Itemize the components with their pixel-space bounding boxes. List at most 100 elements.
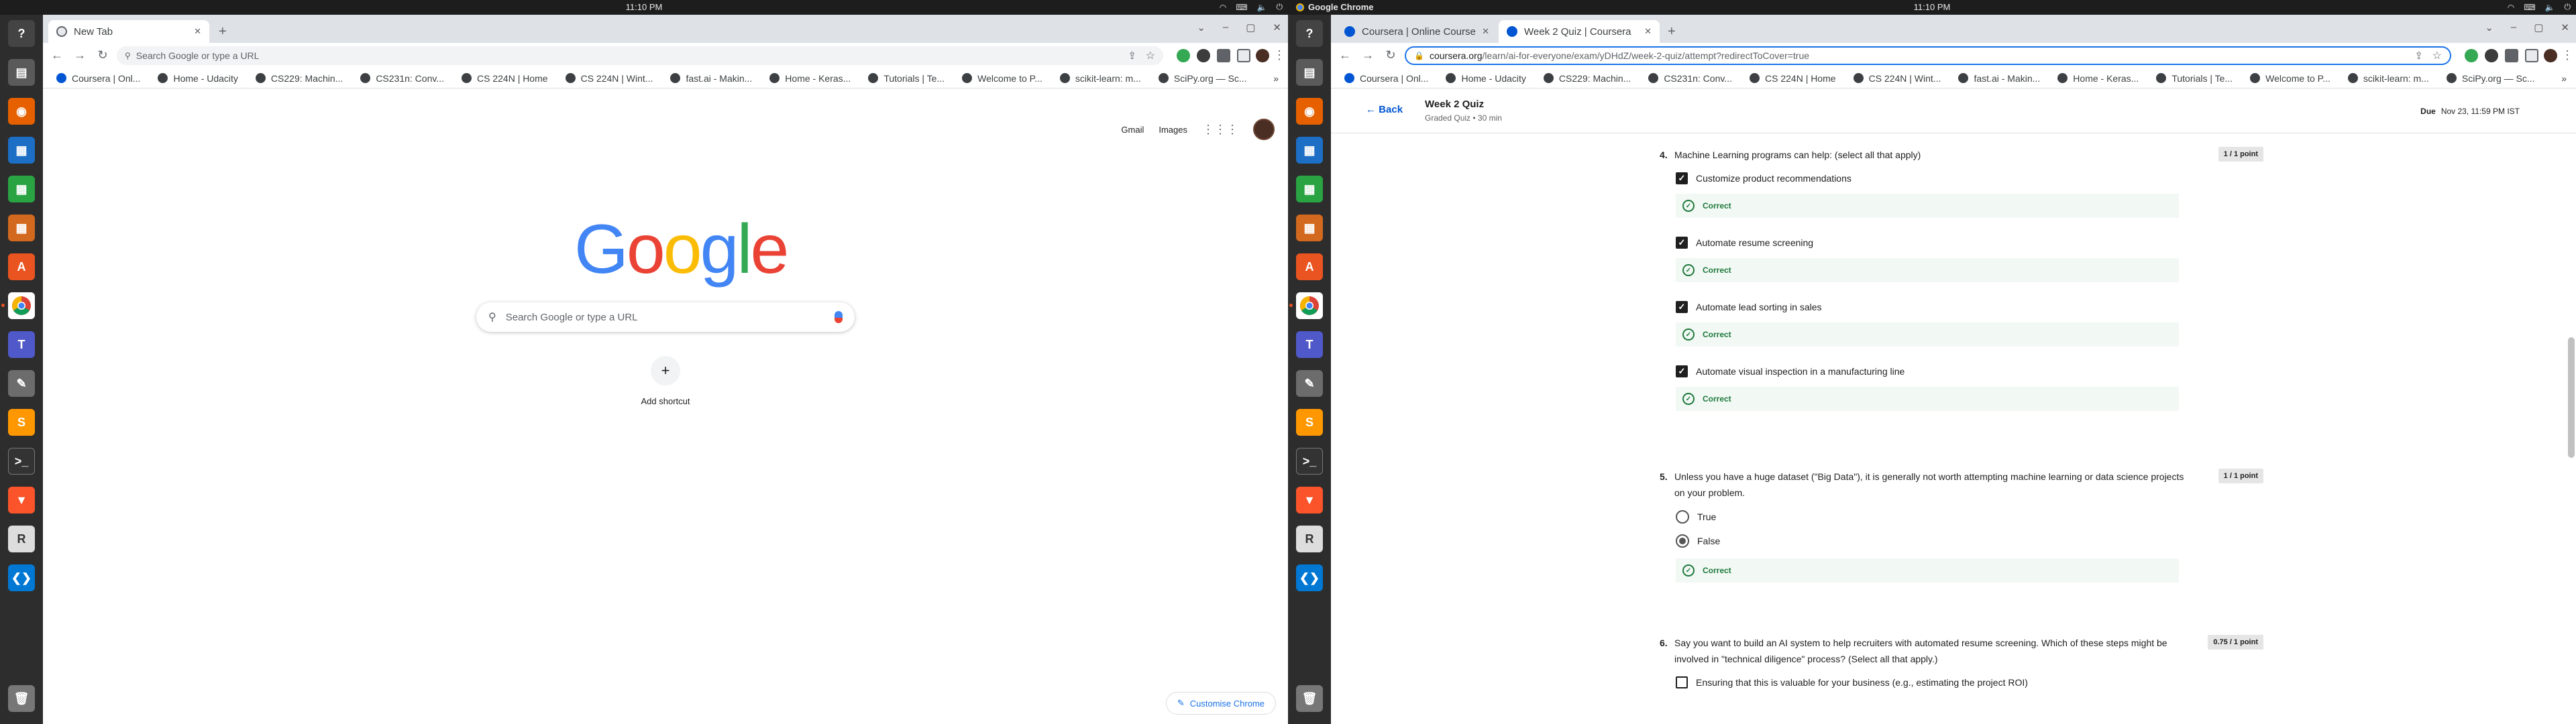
system-tray[interactable]: ◠ ⌨ 🔈 ⏻	[2508, 2, 2571, 12]
menu-kebab-icon[interactable]: ⋮	[1272, 48, 1287, 62]
maximize-icon[interactable]: ▢	[2534, 21, 2543, 34]
gmail-link[interactable]: Gmail	[1121, 125, 1144, 135]
apps-grid-icon[interactable]: ⋮⋮⋮	[1202, 123, 1238, 137]
more-bookmarks-icon[interactable]: »	[2561, 73, 2567, 84]
dock-files-icon[interactable]: ▤	[8, 59, 35, 86]
bookmark-item[interactable]: CS229: Machin...	[255, 73, 343, 84]
close-tab-icon[interactable]: ✕	[1644, 26, 1652, 37]
tab-week2-quiz[interactable]: Week 2 Quiz | Coursera ✕	[1499, 20, 1660, 43]
close-tab-icon[interactable]: ✕	[1482, 26, 1489, 37]
share-icon[interactable]: ⇪	[1128, 50, 1136, 62]
back-button[interactable]: ← Back	[1366, 104, 1403, 115]
checkbox-option[interactable]: Ensuring that this is valuable for your …	[1676, 676, 2028, 688]
checkbox-checked-icon[interactable]: ✓	[1676, 237, 1688, 249]
close-window-icon[interactable]: ✕	[2561, 21, 2569, 34]
menu-kebab-icon[interactable]: ⋮	[2560, 48, 2575, 62]
radio-unselected-icon[interactable]	[1676, 510, 1689, 524]
bookmark-item[interactable]: SciPy.org — Sc...	[1158, 73, 1247, 84]
checkbox-option[interactable]: ✓ Automate resume screening	[1676, 237, 1813, 249]
bookmark-item[interactable]: CS231n: Conv...	[1648, 73, 1732, 84]
forward-arrow-icon[interactable]: →	[1360, 48, 1375, 62]
dock-vscode-icon[interactable]: ❮❯	[8, 564, 35, 591]
bookmark-item[interactable]: CS 224N | Wint...	[565, 73, 653, 84]
bookmark-item[interactable]: scikit-learn: m...	[2347, 73, 2429, 84]
dock-rstudio-icon[interactable]: R	[1296, 526, 1323, 552]
dock-calc-icon[interactable]: ▦	[1296, 176, 1323, 202]
dock-terminal-icon[interactable]: >_	[1296, 448, 1323, 475]
dock-brave-icon[interactable]: ▼	[1296, 487, 1323, 514]
dock-software-icon[interactable]: A	[1296, 253, 1323, 280]
back-arrow-icon[interactable]: ←	[1338, 48, 1352, 62]
bookmark-item[interactable]: Home - Keras...	[2057, 73, 2139, 84]
customise-chrome-button[interactable]: ✎ Customise Chrome	[1165, 692, 1276, 715]
bookmark-item[interactable]: Coursera | Onl...	[56, 73, 140, 84]
radio-option[interactable]: False	[1676, 534, 1720, 548]
side-panel-icon[interactable]	[1237, 49, 1250, 62]
dock-help-icon[interactable]: ?	[8, 20, 35, 47]
close-tab-icon[interactable]: ✕	[194, 26, 201, 37]
chevron-down-icon[interactable]: ⌄	[2485, 21, 2493, 34]
extension-icon[interactable]	[2485, 49, 2498, 62]
bookmark-item[interactable]: CS 224N | Home	[1750, 73, 1836, 84]
chevron-down-icon[interactable]: ⌄	[1197, 21, 1205, 34]
dock-firefox-icon[interactable]: ◉	[8, 98, 35, 125]
clock[interactable]: 11:10 PM	[0, 2, 1288, 12]
dock-writer-icon[interactable]: ▦	[8, 137, 35, 164]
bookmark-item[interactable]: Tutorials | Te...	[868, 73, 945, 84]
checkbox-checked-icon[interactable]: ✓	[1676, 172, 1688, 184]
checkbox-option[interactable]: ✓ Customize product recommendations	[1676, 172, 1851, 184]
checkbox-option[interactable]: ✓ Automate visual inspection in a manufac…	[1676, 365, 1904, 377]
bookmark-item[interactable]: CS 224N | Wint...	[1853, 73, 1941, 84]
clock[interactable]: 11:10 PM	[1288, 2, 2576, 12]
dock-chrome-icon[interactable]	[1, 292, 35, 319]
bookmark-item[interactable]: fast.ai - Makin...	[1958, 73, 2040, 84]
bookmark-item[interactable]: Home - Udacity	[1446, 73, 1526, 84]
dock-sublime-icon[interactable]: S	[1296, 409, 1323, 436]
side-panel-icon[interactable]	[2525, 49, 2538, 62]
forward-arrow-icon[interactable]: →	[72, 48, 87, 62]
system-tray[interactable]: ◠ ⌨ 🔈 ⏻	[1220, 2, 1283, 12]
dock-chrome-icon[interactable]	[1289, 292, 1323, 319]
bookmark-star-icon[interactable]: ☆	[1146, 49, 1155, 62]
bookmark-item[interactable]: CS229: Machin...	[1543, 73, 1631, 84]
scrollbar-thumb[interactable]	[2568, 337, 2575, 458]
dock-teams-icon[interactable]: T	[8, 331, 35, 358]
bookmark-item[interactable]: Tutorials | Te...	[2156, 73, 2233, 84]
dock-trash-icon[interactable]: 🗑	[8, 685, 35, 712]
dock-terminal-icon[interactable]: >_	[8, 448, 35, 475]
account-avatar[interactable]	[1253, 119, 1275, 140]
bookmark-item[interactable]: Coursera | Onl...	[1344, 73, 1428, 84]
dock-rstudio-icon[interactable]: R	[8, 526, 35, 552]
dock-text-editor-icon[interactable]: ✎	[1296, 370, 1323, 397]
minimize-icon[interactable]: –	[2511, 21, 2516, 34]
dock-calc-icon[interactable]: ▦	[8, 176, 35, 202]
reload-icon[interactable]: ↻	[1383, 48, 1398, 62]
bookmark-item[interactable]: CS 224N | Home	[462, 73, 548, 84]
dock-text-editor-icon[interactable]: ✎	[8, 370, 35, 397]
dock-writer-icon[interactable]: ▦	[1296, 137, 1323, 164]
dock-brave-icon[interactable]: ▼	[8, 487, 35, 514]
bookmark-item[interactable]: fast.ai - Makin...	[670, 73, 752, 84]
dock-vscode-icon[interactable]: ❮❯	[1296, 564, 1323, 591]
dock-teams-icon[interactable]: T	[1296, 331, 1323, 358]
share-icon[interactable]: ⇪	[2414, 50, 2423, 62]
bookmark-star-icon[interactable]: ☆	[2432, 49, 2442, 62]
new-tab-icon[interactable]: +	[219, 24, 227, 40]
profile-avatar[interactable]	[1256, 49, 1269, 62]
address-bar[interactable]: ⚲ Search Google or type a URL ⇪ ☆	[117, 46, 1163, 65]
dock-sublime-icon[interactable]: S	[8, 409, 35, 436]
extension-grammarly-icon[interactable]	[1177, 49, 1190, 62]
tab-coursera[interactable]: Coursera | Online Courses ✕	[1336, 20, 1497, 43]
more-bookmarks-icon[interactable]: »	[1273, 73, 1279, 84]
checkbox-checked-icon[interactable]: ✓	[1676, 365, 1688, 377]
extension-icon[interactable]	[1197, 49, 1210, 62]
dock-software-icon[interactable]: A	[8, 253, 35, 280]
puzzle-icon[interactable]	[1217, 49, 1230, 62]
bookmark-item[interactable]: CS231n: Conv...	[360, 73, 444, 84]
bookmark-item[interactable]: Welcome to P...	[962, 73, 1042, 84]
new-tab-icon[interactable]: +	[1668, 24, 1676, 40]
dock-help-icon[interactable]: ?	[1296, 20, 1323, 47]
bookmark-item[interactable]: Home - Keras...	[769, 73, 851, 84]
images-link[interactable]: Images	[1159, 125, 1187, 135]
maximize-icon[interactable]: ▢	[1246, 21, 1255, 34]
